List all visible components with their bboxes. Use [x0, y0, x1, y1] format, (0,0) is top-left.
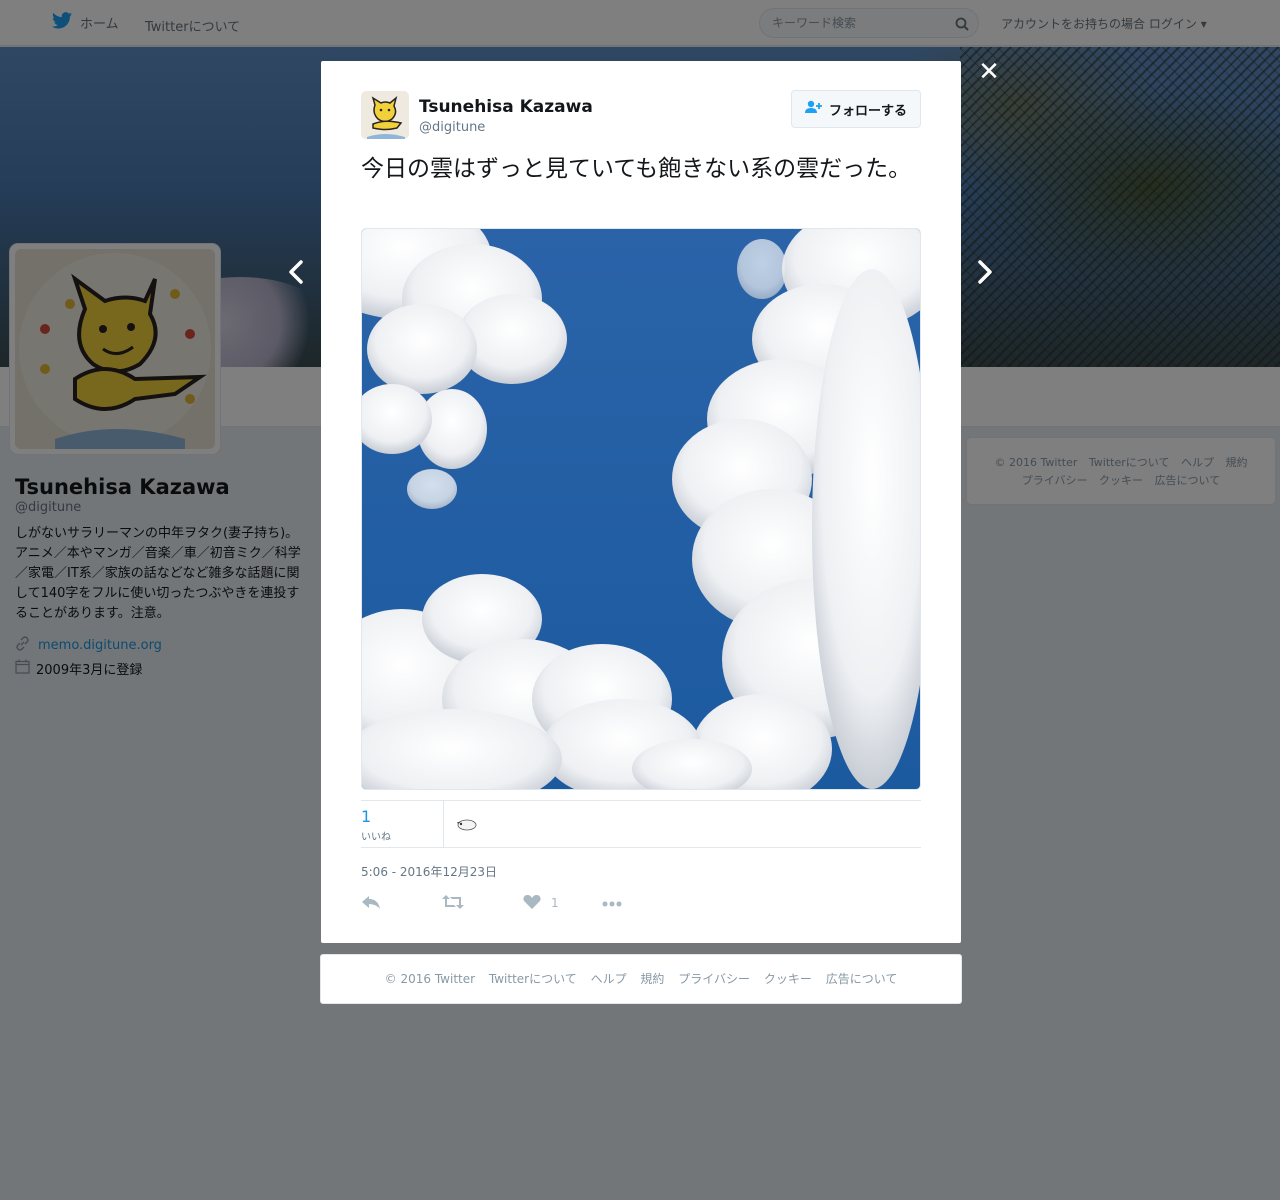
follow-user-plus-icon — [804, 100, 823, 118]
author-name[interactable]: Tsunehisa Kazawa — [419, 97, 593, 117]
liker-avatar[interactable] — [455, 812, 479, 836]
like-button-count: 1 — [551, 896, 559, 910]
modal-footer-copyright: © 2016 Twitter — [384, 972, 476, 986]
more-options-button[interactable] — [602, 891, 622, 915]
tweet-photo-sky-clouds[interactable] — [361, 228, 921, 790]
author-avatar[interactable] — [361, 91, 409, 139]
close-modal-button[interactable]: ✕ — [977, 57, 1001, 87]
modal-footer-link-cookies[interactable]: クッキー — [764, 972, 812, 986]
follow-button-label: フォローする — [828, 103, 907, 119]
tweet-stats: 1 いいね — [361, 800, 921, 848]
more-dots-icon — [602, 896, 622, 910]
modal-footer-link-ads[interactable]: 広告について — [826, 972, 898, 986]
stats-divider — [443, 801, 444, 847]
like-button[interactable]: 1 — [523, 891, 559, 915]
reply-button[interactable] — [361, 891, 381, 915]
modal-footer-link-terms[interactable]: 規約 — [640, 972, 664, 986]
modal-footer-link-about[interactable]: Twitterについて — [489, 972, 577, 986]
tweet-timestamp[interactable]: 5:06 - 2016年12月23日 — [361, 863, 497, 880]
tweet-permalink-modal: Tsunehisa Kazawa @digitune フォローする 今日の雲はず… — [321, 61, 961, 943]
modal-footer: © 2016 Twitter Twitterについて ヘルプ 規約 プライバシー… — [320, 954, 962, 1004]
next-tweet-arrow-icon[interactable] — [972, 258, 996, 286]
reply-icon — [361, 894, 381, 913]
tweet-text: 今日の雲はずっと見ていても飽きない系の雲だった。 — [361, 156, 912, 182]
retweet-button[interactable] — [442, 891, 464, 915]
retweet-icon — [442, 894, 464, 913]
heart-icon — [523, 894, 541, 913]
modal-footer-link-help[interactable]: ヘルプ — [591, 972, 627, 986]
close-icon: ✕ — [978, 57, 1000, 87]
likes-count[interactable]: 1 — [361, 807, 371, 826]
follow-button[interactable]: フォローする — [791, 90, 921, 128]
author-handle[interactable]: @digitune — [419, 120, 485, 135]
previous-tweet-arrow-icon[interactable] — [285, 258, 309, 286]
likes-label: いいね — [361, 832, 391, 843]
modal-footer-link-privacy[interactable]: プライバシー — [678, 972, 750, 986]
